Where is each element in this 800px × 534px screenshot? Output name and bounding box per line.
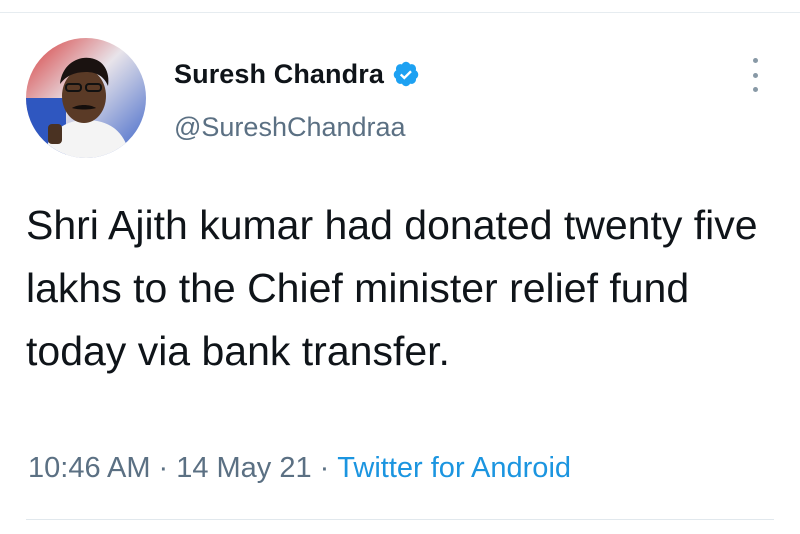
meta-separator: · [319, 452, 330, 484]
author-name-row[interactable]: Suresh Chandra [174, 56, 420, 92]
author-display-name[interactable]: Suresh Chandra [174, 59, 384, 90]
meta-separator: · [158, 452, 169, 484]
top-divider [0, 12, 800, 13]
avatar-photo [26, 38, 146, 158]
tweet-time[interactable]: 10:46 AM [28, 452, 151, 484]
verified-badge-icon [392, 60, 420, 88]
more-dot [752, 87, 758, 92]
more-dot [752, 72, 758, 78]
bottom-divider [26, 519, 774, 520]
author-handle[interactable]: @SureshChandraa [174, 112, 406, 143]
tweet-text: Shri Ajith kumar had donated twenty five… [26, 202, 758, 374]
tweet-date[interactable]: 14 May 21 [176, 452, 311, 484]
avatar[interactable] [26, 38, 146, 158]
more-dot [752, 58, 758, 63]
tweet-source-link[interactable]: Twitter for Android [337, 452, 571, 484]
tweet-meta: 10:46 AM · 14 May 21 · Twitter for Android [28, 452, 571, 485]
more-options-icon[interactable] [742, 58, 768, 92]
